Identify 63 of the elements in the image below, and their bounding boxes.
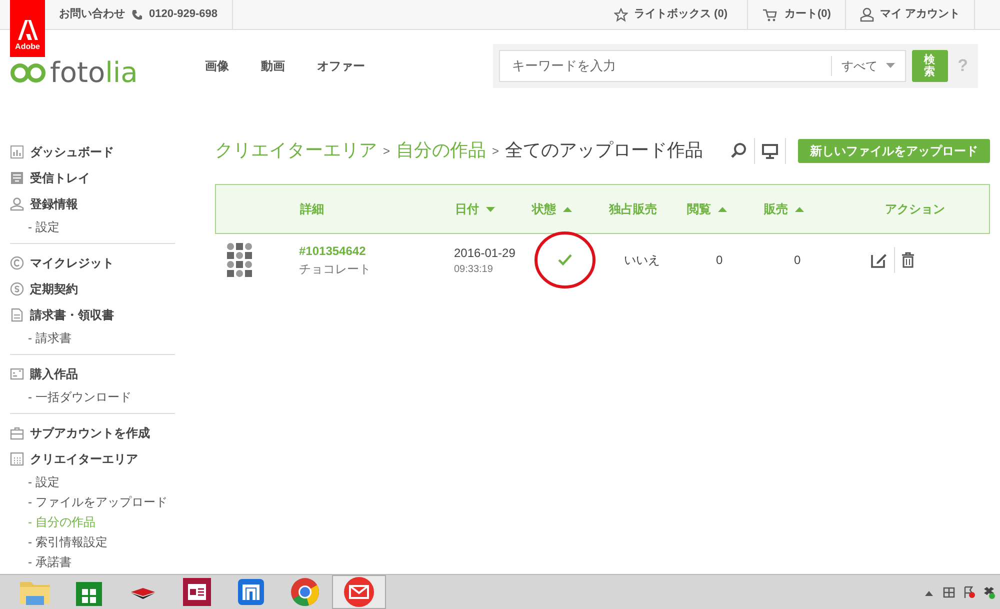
sidebar-link[interactable]: 登録情報 — [30, 195, 78, 213]
sidebar-link[interactable]: ダッシュボード — [30, 143, 114, 161]
copyright-icon — [10, 256, 24, 270]
cart-icon — [762, 8, 778, 22]
account-link[interactable]: マイ アカウント — [880, 6, 960, 23]
thumbnail-icon[interactable] — [227, 243, 253, 277]
sidebar-sublink[interactable]: - 一括ダウンロード — [28, 390, 132, 404]
item-title: チョコレート — [299, 261, 372, 278]
chart-icon — [10, 145, 24, 159]
sidebar-sublink[interactable]: - ファイルをアップロード — [28, 494, 168, 510]
sidebar-sublink[interactable]: - 請求書 — [28, 330, 72, 346]
cart-link[interactable]: カート(0) — [784, 6, 831, 23]
breadcrumb-separator: > — [383, 142, 390, 160]
sidebar-link[interactable]: サブアカウントを作成 — [30, 424, 150, 442]
page-title: 全てのアップロード作品 — [505, 139, 704, 162]
logo-text: fotolia — [50, 58, 138, 86]
contact-link[interactable]: お問い合わせ — [59, 6, 125, 23]
document-icon — [10, 308, 24, 322]
exclusive-value: いいえ — [624, 253, 660, 267]
inbox-icon — [10, 171, 24, 185]
nav-link[interactable]: オファー — [317, 56, 365, 74]
flag-error-icon[interactable] — [962, 585, 976, 599]
mail-icon[interactable] — [341, 574, 377, 609]
adobe-logo[interactable]: Adobe — [10, 0, 45, 57]
window-icon[interactable] — [942, 585, 956, 599]
sidebar-link[interactable]: 購入作品 — [30, 365, 78, 383]
sidebar-link[interactable]: 受信トレイ — [30, 169, 90, 187]
lightbox-link[interactable]: ライトボックス (0) — [634, 6, 728, 23]
sidebar-link[interactable]: クリエイターエリア — [30, 450, 138, 468]
adobe-mark-icon — [16, 19, 38, 41]
search-field[interactable]: キーワードを入力 すべて — [499, 50, 906, 82]
monitor-icon[interactable] — [761, 142, 779, 160]
phone-number: 0120-929-698 — [149, 7, 218, 22]
sidebar-sublink[interactable]: - 設定 — [28, 474, 60, 490]
views-count: 0 — [716, 253, 723, 267]
scope-dropdown[interactable]: すべて — [842, 56, 878, 74]
upload-date: 2016-01-29 — [454, 244, 516, 262]
caret-icon — [886, 63, 895, 68]
sidebar-link[interactable]: 定期契約 — [30, 280, 78, 298]
calculator-icon — [10, 452, 24, 466]
star-icon — [614, 8, 628, 22]
dollar-circle-icon — [10, 282, 24, 296]
upload-time: 09:33:19 — [454, 262, 494, 276]
sidebar-sublink[interactable]: - 設定 — [28, 220, 60, 234]
sidebar-link[interactable]: マイクレジット — [30, 254, 114, 272]
user-icon — [860, 7, 874, 22]
rings-icon — [10, 62, 46, 82]
sidebar-sublink[interactable]: - 索引情報設定 — [28, 534, 108, 550]
sidebar-sublink[interactable]: - 承諾書 — [28, 554, 72, 570]
trash-icon[interactable] — [901, 252, 915, 268]
phone-icon — [131, 8, 143, 20]
fotolia-logo[interactable]: fotolia — [10, 58, 138, 86]
sales-count: 0 — [794, 253, 801, 267]
sidebar-link[interactable]: 請求書・領収書 — [30, 306, 114, 324]
briefcase-icon — [10, 426, 24, 440]
nav-link[interactable]: 動画 — [261, 56, 285, 74]
user-icon — [10, 197, 24, 211]
breadcrumb-separator: > — [492, 142, 500, 160]
adobe-label: Adobe — [15, 41, 40, 53]
edit-icon[interactable] — [870, 251, 888, 269]
image-icon — [10, 367, 24, 381]
search-icon[interactable] — [730, 142, 748, 160]
nav-link[interactable]: 画像 — [205, 56, 229, 74]
